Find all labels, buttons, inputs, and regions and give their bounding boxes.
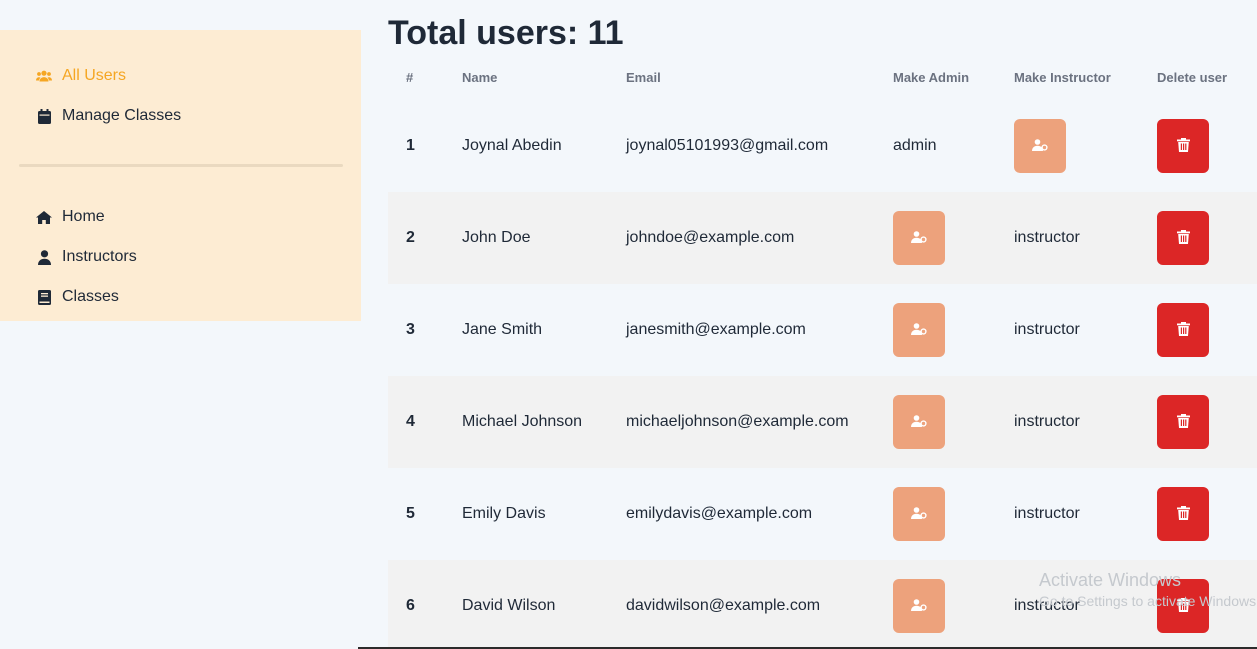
sidebar-item-label: Home [62, 208, 105, 225]
users-table: # Name Email Make Admin Make Instructor … [388, 54, 1257, 649]
table-row: 2 John Doe johndoe@example.com instructor [388, 192, 1257, 284]
user-email: emilydavis@example.com [626, 505, 813, 522]
windows-activation-watermark: Activate Windows Go to Settings to activ… [1039, 570, 1257, 609]
user-email: davidwilson@example.com [626, 597, 821, 614]
user-name: Jane Smith [462, 321, 543, 338]
role-label-instructor: instructor [1014, 413, 1080, 430]
sidebar-item-instructors[interactable]: Instructors [36, 237, 361, 277]
trash-icon [1176, 413, 1190, 431]
sidebar-item-all-users[interactable]: All Users [36, 56, 361, 96]
row-number: 5 [406, 505, 415, 522]
watermark-title: Activate Windows [1039, 570, 1182, 590]
sidebar-main-group: Home Instructors Classes [0, 197, 361, 317]
sidebar-item-label: All Users [62, 67, 127, 84]
trash-icon [1176, 137, 1190, 155]
delete-user-button[interactable] [1157, 395, 1209, 449]
row-number: 4 [406, 413, 415, 430]
user-icon [36, 249, 52, 265]
user-name: David Wilson [462, 597, 556, 614]
column-header-email: Email [626, 69, 661, 85]
table-body: 1 Joynal Abedin joynal05101993@gmail.com ad… [388, 100, 1257, 649]
user-cog-icon [911, 322, 927, 338]
delete-user-button[interactable] [1157, 119, 1209, 173]
sidebar-item-manage-classes[interactable]: Manage Classes [36, 96, 361, 136]
make-admin-button[interactable] [893, 395, 945, 449]
table-row: 3 Jane Smith janesmith@example.com instruct… [388, 284, 1257, 376]
user-cog-icon [911, 230, 927, 246]
delete-user-button[interactable] [1157, 211, 1209, 265]
sidebar-dashboard-group: All Users Manage Classes [0, 30, 361, 136]
user-email: michaeljohnson@example.com [626, 413, 849, 430]
sidebar-divider [19, 164, 343, 167]
user-cog-icon [1032, 138, 1048, 154]
watermark-subtitle: Go to Settings to activate Windows. [1039, 593, 1257, 609]
role-label-instructor: instructor [1014, 505, 1080, 522]
row-number: 3 [406, 321, 415, 338]
user-cog-icon [911, 506, 927, 522]
sidebar-item-label: Classes [62, 288, 119, 305]
sidebar-item-label: Manage Classes [62, 107, 182, 124]
make-admin-button[interactable] [893, 211, 945, 265]
user-name: Joynal Abedin [462, 137, 562, 154]
user-email: janesmith@example.com [626, 321, 806, 338]
user-cog-icon [911, 414, 927, 430]
table-row: 4 Michael Johnson michaeljohnson@example.c… [388, 376, 1257, 468]
row-number: 1 [406, 137, 415, 154]
page-title: Total users: 11 [388, 14, 624, 52]
column-header-name: Name [462, 69, 498, 85]
column-header-make-instructor: Make Instructor [1014, 69, 1111, 85]
sidebar-item-label: Instructors [62, 248, 137, 265]
role-label-admin: admin [893, 137, 937, 154]
column-header-delete-user: Delete user [1157, 69, 1228, 85]
table-row: 5 Emily Davis emilydavis@example.com instru… [388, 468, 1257, 560]
home-icon [36, 209, 52, 225]
user-name: John Doe [462, 229, 531, 246]
sidebar-item-home[interactable]: Home [36, 197, 361, 237]
trash-icon [1176, 505, 1190, 523]
column-header-number: # [406, 69, 414, 85]
make-admin-button[interactable] [893, 487, 945, 541]
calendar-icon [36, 108, 52, 124]
table-header: # Name Email Make Admin Make Instructor … [388, 54, 1257, 100]
make-instructor-button[interactable] [1014, 119, 1066, 173]
user-email: johndoe@example.com [626, 229, 795, 246]
trash-icon [1176, 321, 1190, 339]
book-icon [36, 289, 52, 305]
delete-user-button[interactable] [1157, 303, 1209, 357]
make-admin-button[interactable] [893, 303, 945, 357]
trash-icon [1176, 229, 1190, 247]
sidebar: All Users Manage Classes Home Instructor… [0, 30, 361, 321]
table-row: 1 Joynal Abedin joynal05101993@gmail.com ad… [388, 100, 1257, 192]
user-name: Emily Davis [462, 505, 546, 522]
role-label-instructor: instructor [1014, 229, 1080, 246]
users-icon [36, 68, 52, 84]
column-header-make-admin: Make Admin [893, 69, 970, 85]
make-admin-button[interactable] [893, 579, 945, 633]
sidebar-item-classes[interactable]: Classes [36, 277, 361, 317]
user-name: Michael Johnson [462, 413, 583, 430]
delete-user-button[interactable] [1157, 487, 1209, 541]
user-email: joynal05101993@gmail.com [626, 137, 829, 154]
user-cog-icon [911, 598, 927, 614]
row-number: 2 [406, 229, 415, 246]
row-number: 6 [406, 597, 415, 614]
role-label-instructor: instructor [1014, 321, 1080, 338]
